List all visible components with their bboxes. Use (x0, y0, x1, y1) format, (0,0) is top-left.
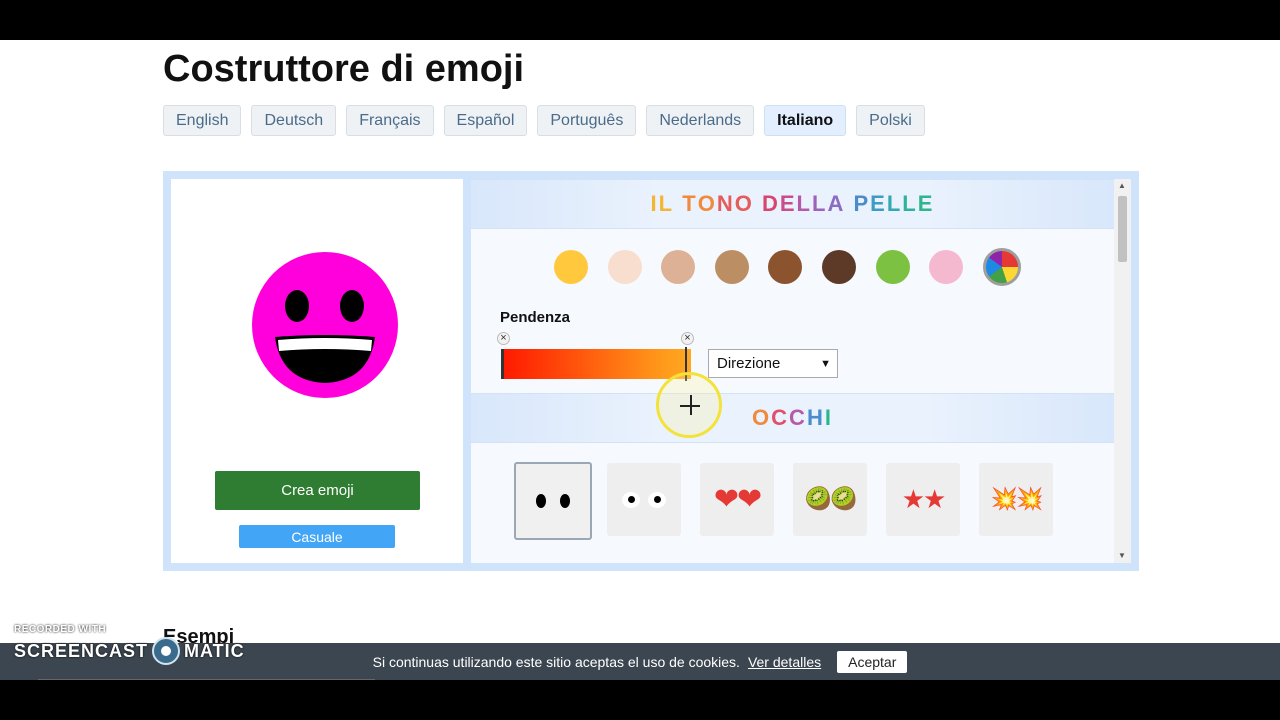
heading-letter: L (886, 191, 903, 216)
custom-color-swatch[interactable] (982, 248, 1021, 286)
options-scrollbar[interactable]: ▲ ▼ (1114, 179, 1131, 563)
watermark-left-text: SCREENCAST (14, 640, 149, 661)
eyes-stars-icon: ★★ (901, 484, 947, 515)
scroll-up-icon[interactable]: ▲ (1118, 181, 1126, 190)
page: Costruttore di emoji English Deutsch Franç… (0, 40, 1280, 680)
language-tab-français[interactable]: Français (346, 105, 434, 136)
heading-letter: N (716, 191, 735, 216)
skin-swatch[interactable] (714, 250, 749, 284)
heading-letter (754, 191, 762, 217)
eyes-collision-option[interactable]: 💥💥 (979, 463, 1053, 536)
cookie-details-link[interactable]: Ver detalles (748, 654, 821, 670)
direction-select-value: Direzione (717, 355, 781, 372)
language-tab-nederlands[interactable]: Nederlands (646, 105, 755, 136)
random-button[interactable]: Casuale (239, 525, 395, 548)
heading-letter: O (697, 191, 717, 216)
language-tab-italiano[interactable]: Italiano (764, 105, 847, 136)
skin-swatch[interactable] (607, 250, 642, 284)
eyes-hearts-icon: ❤❤ (713, 482, 762, 517)
skin-tone-section: Pendenza × × Direzione ▼ (471, 229, 1114, 393)
cookie-accept-button[interactable]: Aceptar (837, 650, 908, 673)
heading-letter: T (682, 191, 698, 216)
skin-swatch[interactable] (554, 250, 588, 284)
heading-letter (845, 191, 853, 217)
emoji-preview (252, 252, 398, 398)
heading-letter: A (827, 191, 846, 216)
heading-letter: L (796, 191, 812, 216)
remove-stop-right-icon[interactable]: × (681, 332, 694, 345)
cookie-text: Si continuas utilizando este sitio acept… (372, 653, 740, 670)
cursor-highlight (656, 372, 722, 438)
screencast-watermark: RECORDED WITH SCREENCAST MATIC (14, 624, 245, 665)
scroll-down-icon[interactable]: ▼ (1118, 551, 1126, 560)
heading-letter: E (779, 191, 797, 216)
skin-swatch[interactable] (929, 250, 964, 284)
heading-letter: E (870, 191, 887, 216)
skin-swatch[interactable] (875, 250, 910, 284)
gradient-label: Pendenza (500, 309, 571, 326)
heading-letter: L (658, 191, 675, 216)
language-tabs: English Deutsch Français Español Português Ne… (163, 105, 925, 136)
watermark-right-text: MATIC (184, 640, 245, 661)
heading-letter: L (812, 191, 828, 216)
heading-letter: I (824, 405, 833, 430)
eyes-hearts-option[interactable]: ❤❤ (700, 463, 774, 536)
heading-letter: H (806, 405, 825, 430)
round-eyes-icon (622, 491, 666, 508)
create-emoji-button[interactable]: Crea emoji (215, 471, 420, 510)
dot-eyes-icon (536, 494, 570, 508)
emoji-preview-panel: Crea emoji Casuale (171, 179, 463, 563)
emoji-builder: Crea emoji Casuale IL TONO DELLA PELLE P… (163, 171, 1139, 571)
eyes-round-option[interactable] (607, 463, 681, 536)
eyes-kiwi-icon: 🥝🥝 (804, 487, 858, 512)
heading-letter: I (650, 191, 659, 216)
options-panel: IL TONO DELLA PELLE Pendenza × × Direzio… (471, 179, 1114, 563)
skin-swatch[interactable] (661, 250, 696, 284)
heading-letter: D (761, 191, 780, 216)
crosshair-cursor-vertical (690, 395, 692, 415)
heading-letter: C (771, 405, 790, 430)
eyes-kiwi-option[interactable]: 🥝🥝 (793, 463, 867, 536)
language-tab-português[interactable]: Português (537, 105, 637, 136)
gradient-bar[interactable] (501, 349, 691, 379)
heading-letter: C (789, 405, 807, 430)
screencast-logo-icon (152, 637, 181, 665)
emoji-right-eye (340, 290, 364, 322)
skin-swatch[interactable] (768, 250, 803, 284)
language-tab-english[interactable]: English (163, 105, 242, 136)
eyes-stars-option[interactable]: ★★ (886, 463, 960, 536)
eyes-heading: OCCHI (471, 393, 1114, 443)
heading-letter: O (752, 405, 772, 430)
heading-letter: P (853, 191, 871, 216)
skin-tone-heading: IL TONO DELLA PELLE (471, 179, 1114, 229)
direction-select[interactable]: Direzione ▼ (708, 349, 838, 378)
watermark-top-text: RECORDED WITH (14, 624, 107, 635)
emoji-left-eye (285, 290, 309, 322)
heading-letter (674, 191, 682, 217)
skin-swatch[interactable] (822, 250, 856, 284)
language-tab-español[interactable]: Español (443, 105, 528, 136)
watermark-underline (38, 679, 375, 680)
scrollbar-thumb[interactable] (1118, 196, 1127, 262)
chevron-down-icon: ▼ (820, 357, 831, 370)
eyes-collision-icon: 💥💥 (990, 487, 1044, 512)
heading-letter: O (734, 191, 754, 216)
page-title: Costruttore di emoji (163, 48, 525, 90)
language-tab-polski[interactable]: Polski (856, 105, 925, 136)
remove-stop-left-icon[interactable]: × (497, 332, 510, 345)
heading-letter: L (902, 191, 918, 216)
heading-letter: E (917, 191, 935, 216)
language-tab-deutsch[interactable]: Deutsch (251, 105, 337, 136)
watermark-logo: SCREENCAST MATIC (14, 637, 245, 665)
eyes-dots-option[interactable] (514, 462, 592, 540)
